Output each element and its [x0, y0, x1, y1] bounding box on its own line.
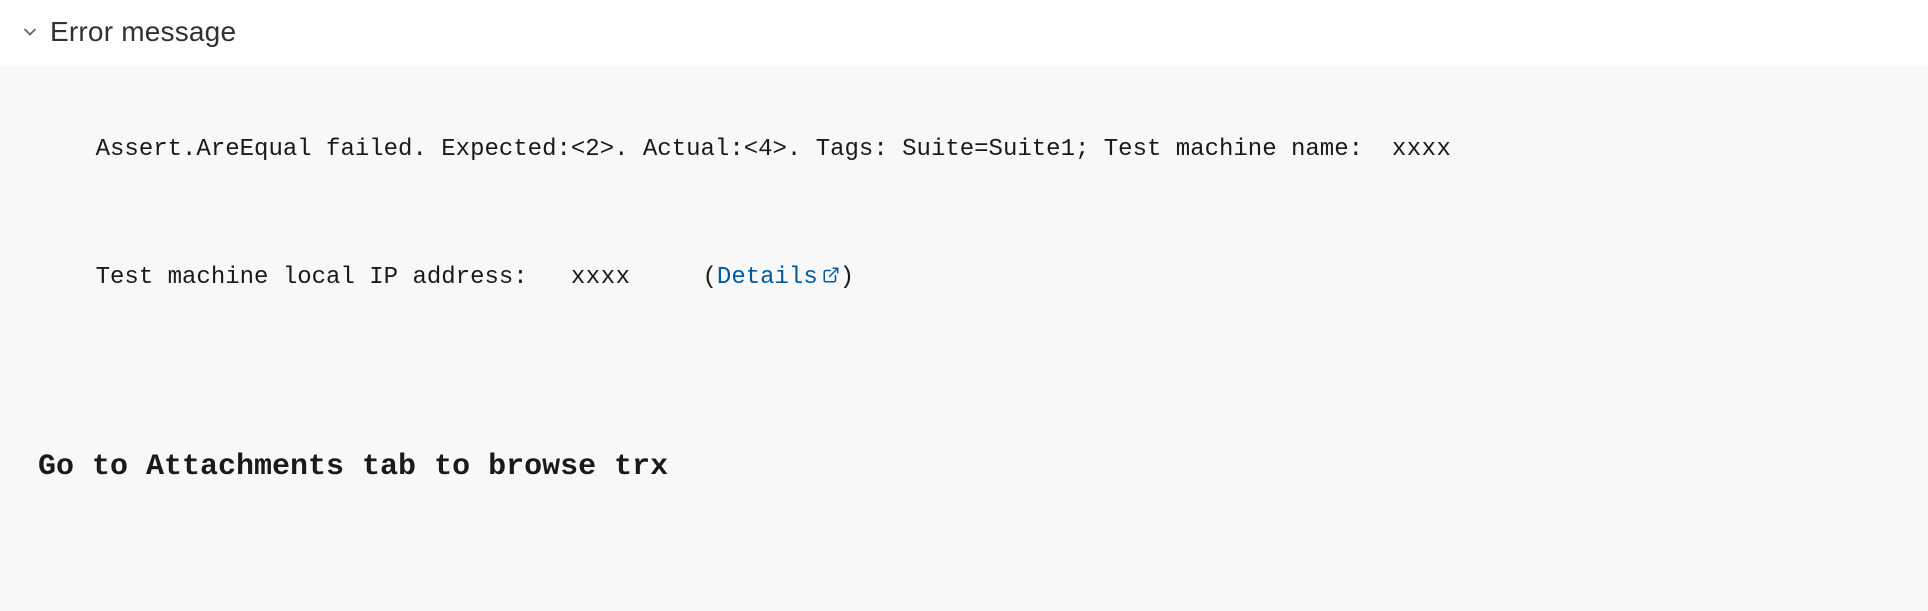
ip-redacted: xxxx — [571, 259, 631, 296]
error-line-1: Assert.AreEqual failed. Expected:<2>. Ac… — [38, 94, 1890, 206]
section-title: Error message — [50, 16, 236, 48]
error-message-body: Assert.AreEqual failed. Expected:<2>. Ac… — [0, 66, 1928, 611]
open-paren: ( — [703, 264, 717, 291]
spacer — [631, 264, 703, 291]
machine-name-redacted: xxxx — [1392, 131, 1452, 168]
error-text: Test machine local IP address: — [96, 264, 571, 291]
attachments-hint: Go to Attachments tab to browse trx — [38, 444, 1890, 491]
details-link[interactable]: Details — [717, 264, 818, 291]
error-line-2: Test machine local IP address: xxxx (Det… — [38, 222, 1890, 335]
error-section-header[interactable]: Error message — [0, 0, 1928, 66]
chevron-down-icon — [20, 22, 40, 42]
error-text: Assert.AreEqual failed. Expected:<2>. Ac… — [96, 136, 1392, 163]
external-link-icon — [822, 260, 840, 297]
close-paren: ) — [840, 264, 854, 291]
